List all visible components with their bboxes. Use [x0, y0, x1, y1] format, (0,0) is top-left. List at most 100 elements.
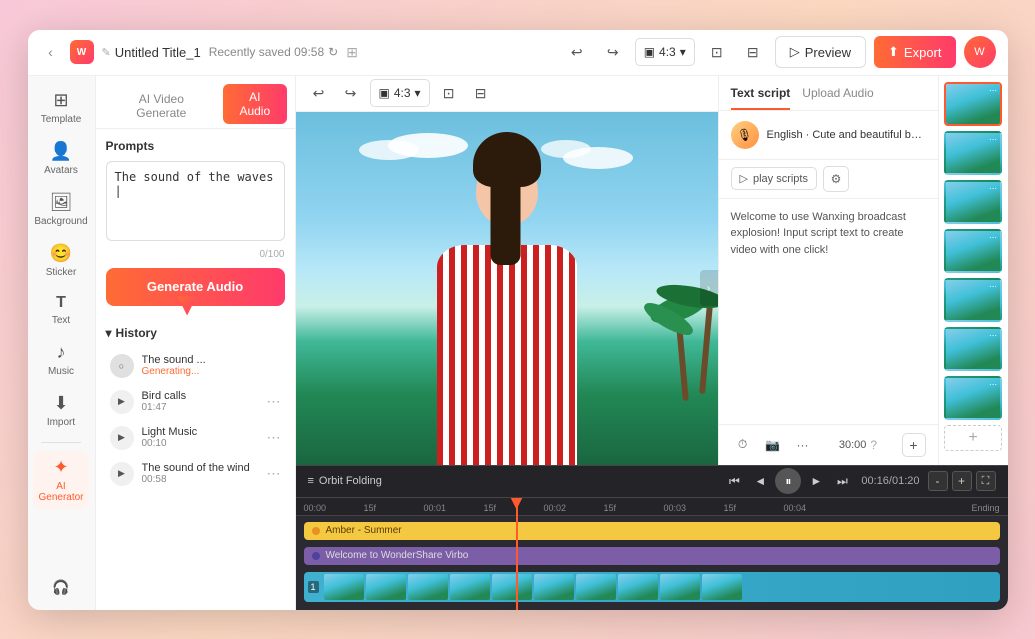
thumbnail-5[interactable]: ⋯ [944, 278, 1002, 322]
thumb-dots-3[interactable]: ⋯ [989, 184, 997, 193]
aspect-ratio-button[interactable]: ▣ 4:3 ▾ [635, 38, 695, 66]
sidebar-item-sticker[interactable]: 😊 Sticker [33, 237, 89, 284]
import-icon: ⬇ [53, 393, 68, 414]
export-button[interactable]: ⬆ Export [874, 36, 955, 68]
history-play-btn-3[interactable]: ▶ [110, 462, 134, 486]
sticker-icon: 😊 [50, 243, 72, 264]
thumbnail-1[interactable]: ⋯ [944, 82, 1002, 126]
canvas-aspect-button[interactable]: ▣ 4:3 ▾ [370, 79, 430, 107]
generate-audio-button[interactable]: Generate Audio [106, 268, 285, 306]
right-panel-tabs: Text script Upload Audio [719, 76, 938, 111]
track-purple[interactable]: Welcome to WonderShare Virbo [304, 547, 1000, 565]
video-thumb-10 [702, 574, 742, 600]
aspect-icon-canvas: ▣ [379, 86, 390, 100]
sidebar-item-ai-generator[interactable]: ✦ AI Generator [33, 451, 89, 509]
aspect-icon: ▣ [644, 45, 655, 59]
canvas-crop-button[interactable]: ⊡ [436, 80, 462, 106]
ruler-mark-6: 00:03 [664, 503, 687, 513]
history-play-btn-1[interactable]: ▶ [110, 390, 134, 414]
redo-button[interactable]: ↪ [599, 38, 627, 66]
timer-button[interactable]: ⏱ [731, 433, 755, 457]
history-more-2[interactable]: ⋯ [267, 429, 281, 446]
timeline-playhead[interactable] [516, 498, 518, 610]
canvas-captions-button[interactable]: ⊟ [468, 80, 494, 106]
prompt-input[interactable]: The sound of the waves | [106, 161, 285, 241]
more-button[interactable]: ··· [791, 433, 815, 457]
back-button[interactable]: ‹ [40, 41, 62, 63]
sidebar-item-text[interactable]: T Text [33, 288, 89, 332]
history-play-btn-0[interactable]: ○ [110, 354, 134, 378]
time-section: 30:00 ? [839, 438, 877, 452]
thumbnail-4[interactable]: ⋯ [944, 229, 1002, 273]
history-item-3[interactable]: ▶ The sound of the wind 00:58 ⋯ [106, 456, 285, 492]
track-amber-dot [312, 527, 320, 535]
crop-button[interactable]: ⊡ [703, 38, 731, 66]
zoom-minus-button[interactable]: - [928, 471, 948, 491]
timeline-ruler: 00:00 15f 00:01 15f 00:02 15f 00:03 15f … [296, 498, 1008, 516]
timeline-controls-small: ⏱ 📷 ··· [731, 433, 815, 457]
thumbnail-6[interactable]: ⋯ [944, 327, 1002, 371]
history-more-3[interactable]: ⋯ [267, 465, 281, 482]
history-item-2[interactable]: ▶ Light Music 00:10 ⋯ [106, 420, 285, 456]
top-bar: ‹ W ✎ Untitled Title_1 Recently saved 09… [28, 30, 1008, 76]
transport-forward-button[interactable]: ► [805, 470, 827, 492]
top-bar-left: ‹ W ✎ Untitled Title_1 Recently saved 09… [40, 40, 555, 64]
thumbnail-2[interactable]: ⋯ [944, 131, 1002, 175]
thumb-dots-1[interactable]: ⋯ [989, 86, 997, 95]
transport-play-button[interactable]: ⏸ [775, 468, 801, 494]
add-button[interactable]: + [902, 433, 926, 457]
history-header: ▾ History [106, 326, 285, 340]
sidebar-item-import[interactable]: ⬇ Import [33, 387, 89, 434]
canvas-redo-button[interactable]: ↪ [338, 80, 364, 106]
add-thumbnail-button[interactable]: + [944, 425, 1002, 451]
timeline-header: ≡ Orbit Folding ⏮ ◄ ⏸ ► ⏭ 00:16/01:20 [296, 466, 1008, 498]
preview-button[interactable]: ▷ Preview [775, 36, 866, 68]
ruler-mark-ending: Ending [971, 503, 999, 513]
timeline-tracks: 00:00 15f 00:01 15f 00:02 15f 00:03 15f … [296, 498, 1008, 610]
canvas-arrow-right[interactable]: › [700, 270, 718, 306]
thumbnail-7[interactable]: ⋯ [944, 376, 1002, 420]
history-item-0[interactable]: ○ The sound ... Generating... [106, 348, 285, 384]
history-more-1[interactable]: ⋯ [267, 393, 281, 410]
sidebar-item-background[interactable]: 🖼 Background [33, 186, 89, 233]
thumb-dots-6[interactable]: ⋯ [989, 331, 997, 340]
script-settings-button[interactable]: ⚙ [823, 166, 849, 192]
thumb-dots-2[interactable]: ⋯ [989, 135, 997, 144]
sidebar-item-avatars[interactable]: 👤 Avatars [33, 135, 89, 182]
video-thumb-4 [450, 574, 490, 600]
play-scripts-button[interactable]: ▷ play scripts [731, 167, 818, 190]
undo-button[interactable]: ↩ [563, 38, 591, 66]
track-amber[interactable]: Amber - Summer [304, 522, 1000, 540]
ruler-mark-3: 15f [484, 503, 497, 513]
track-purple-dot [312, 552, 320, 560]
sidebar-item-template[interactable]: ⊞ Template [33, 84, 89, 131]
ruler-marks: 00:00 15f 00:01 15f 00:02 15f 00:03 15f … [296, 498, 1008, 515]
history-info-2: Light Music 00:10 [142, 426, 259, 449]
history-play-btn-2[interactable]: ▶ [110, 426, 134, 450]
export-label: Export [904, 45, 942, 60]
transport-next-button[interactable]: ⏭ [831, 470, 853, 492]
canvas-aspect-label: 4:3 [394, 86, 411, 100]
canvas-undo-button[interactable]: ↩ [306, 80, 332, 106]
right-section: Text script Upload Audio 🎙 English · Cut… [718, 76, 1008, 465]
track-video[interactable]: 1 [304, 572, 1000, 602]
fullscreen-button[interactable]: ⛶ [976, 471, 996, 491]
headset-button[interactable]: 🎧 [47, 574, 75, 602]
thumb-dots-4[interactable]: ⋯ [989, 233, 997, 242]
sidebar-item-music[interactable]: ♪ Music [33, 336, 89, 383]
user-avatar-button[interactable]: W [964, 36, 996, 68]
thumb-dots-7[interactable]: ⋯ [989, 380, 997, 389]
thumbnail-3[interactable]: ⋯ [944, 180, 1002, 224]
history-item-1[interactable]: ▶ Bird calls 01:47 ⋯ [106, 384, 285, 420]
transport-back-button[interactable]: ◄ [749, 470, 771, 492]
tab-text-script[interactable]: Text script [731, 86, 791, 110]
transport-prev-button[interactable]: ⏮ [723, 470, 745, 492]
tab-ai-video-generate[interactable]: AI Video Generate [104, 84, 220, 128]
photo-button[interactable]: 📷 [761, 433, 785, 457]
right-panel-bottom: ⏱ 📷 ··· 30:00 ? + [719, 424, 938, 465]
captions-button[interactable]: ⊟ [739, 38, 767, 66]
tab-ai-audio[interactable]: AI Audio [223, 84, 286, 124]
tab-upload-audio[interactable]: Upload Audio [802, 86, 873, 110]
zoom-plus-button[interactable]: + [952, 471, 972, 491]
thumb-dots-5[interactable]: ⋯ [989, 282, 997, 291]
